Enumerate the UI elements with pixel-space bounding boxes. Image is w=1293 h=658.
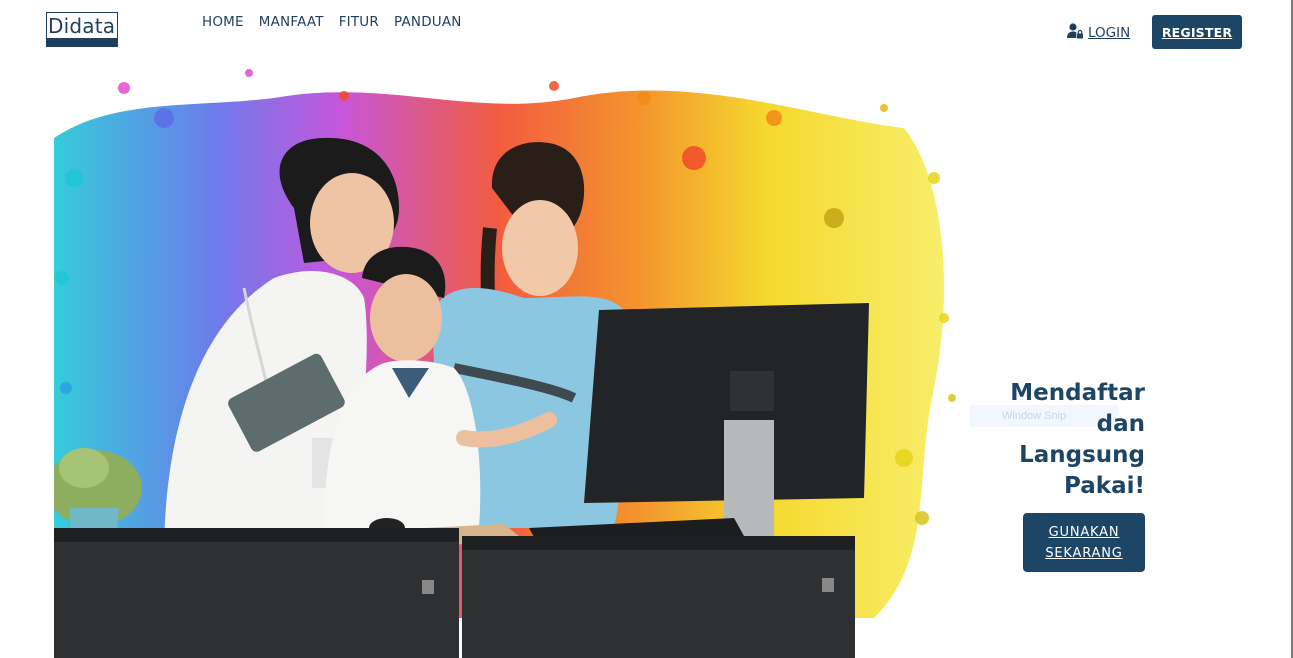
- landing-page: Didata HOME MANFAAT FITUR PANDUAN LOGIN …: [0, 0, 1293, 658]
- cta-label-line: SEKARANG: [1045, 545, 1123, 561]
- nav-manfaat[interactable]: MANFAAT: [259, 14, 324, 30]
- nav-fitur[interactable]: FITUR: [339, 14, 379, 30]
- login-link[interactable]: LOGIN: [1066, 22, 1130, 44]
- headline-line: Langsung: [1019, 442, 1145, 468]
- medical-team-computer-illustration: [54, 69, 956, 658]
- cta-button[interactable]: GUNAKAN SEKARANG: [1023, 513, 1145, 572]
- logo-underline: [47, 38, 117, 46]
- register-button[interactable]: REGISTER: [1152, 15, 1242, 49]
- login-label: LOGIN: [1088, 25, 1131, 41]
- logo[interactable]: Didata: [46, 12, 118, 47]
- main-nav: HOME MANFAAT FITUR PANDUAN: [202, 14, 462, 30]
- headline-line: dan: [1096, 411, 1145, 437]
- hero-image: [54, 58, 964, 658]
- headline-line: Pakai!: [1064, 473, 1145, 499]
- cta-label-line: GUNAKAN: [1048, 524, 1120, 540]
- logo-text: Didata: [48, 14, 116, 38]
- headline-line: Mendaftar: [1010, 380, 1145, 406]
- nav-panduan[interactable]: PANDUAN: [394, 14, 462, 30]
- nav-home[interactable]: HOME: [202, 14, 244, 30]
- hero-headline: Mendaftar dan Langsung Pakai!: [980, 378, 1145, 502]
- user-lock-icon: [1066, 22, 1084, 44]
